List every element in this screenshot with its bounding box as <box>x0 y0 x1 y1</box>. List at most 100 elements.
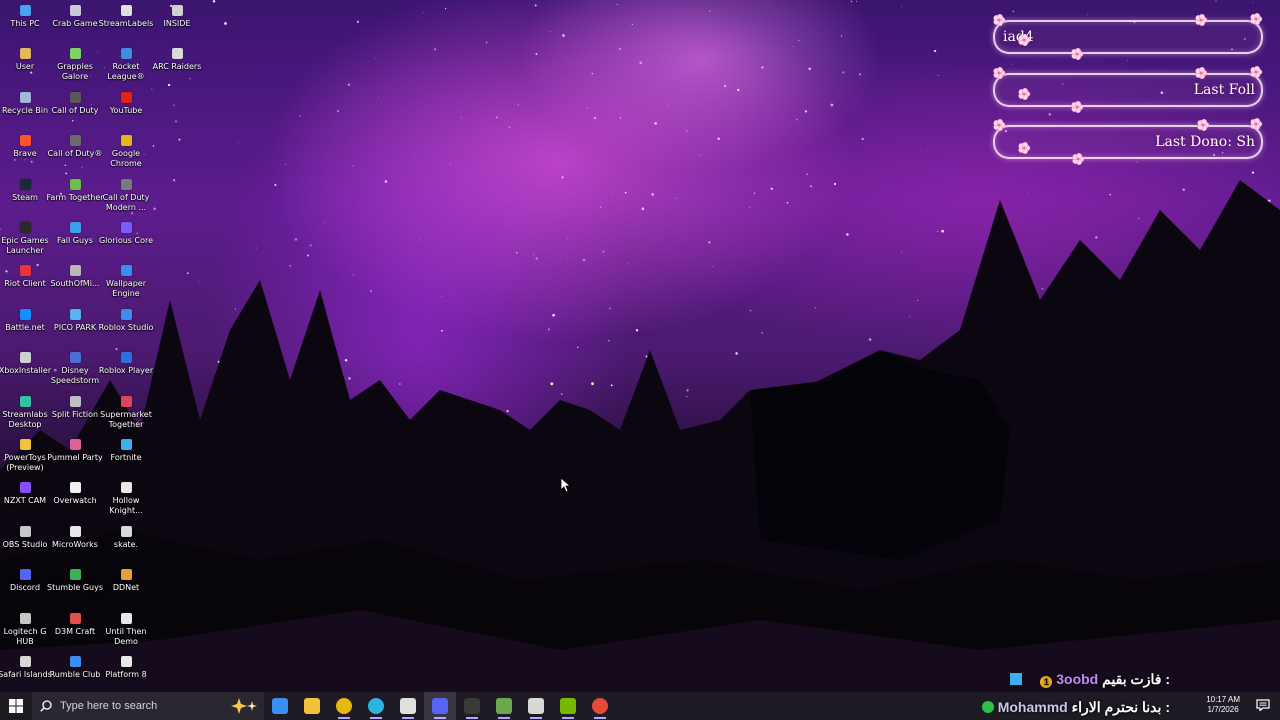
search-icon <box>40 700 52 712</box>
desktop-icon-grid: This PC Crab Game StreamLabels INSIDE User Gr… <box>0 0 202 690</box>
windows-logo-icon <box>9 699 23 713</box>
steam-icon <box>19 178 31 190</box>
desktop-icon[interactable]: Stumble Guys <box>47 567 103 609</box>
taskbar-app-button[interactable] <box>424 692 456 720</box>
desktop-icon[interactable]: User <box>0 46 50 88</box>
clock-time: 10:17 AM <box>1206 695 1240 704</box>
taskbar-search-box[interactable]: Type here to search <box>32 692 264 720</box>
settings-gear-icon <box>400 698 416 714</box>
roblox-player-icon <box>120 352 132 364</box>
desktop-icon[interactable]: MicroWorks <box>50 524 100 566</box>
desktop-icon[interactable]: Discord <box>0 567 50 609</box>
minecraft-icon <box>496 698 512 714</box>
desktop-icon-label: INSIDE <box>163 19 191 28</box>
taskbar-app-button[interactable] <box>584 692 616 720</box>
desktop-icon[interactable]: Riot Client <box>0 263 50 305</box>
mouse-cursor-icon <box>561 478 571 493</box>
desktop-icon[interactable]: skate. <box>101 524 151 566</box>
call-of-duty-icon <box>69 91 81 103</box>
safari-islands-icon <box>19 656 31 667</box>
desktop-icon-label: Wallpaper Engine <box>105 279 146 299</box>
desktop-icon[interactable]: Fall Guys <box>50 220 100 262</box>
desktop-icon[interactable]: SouthOfMi... <box>50 263 100 305</box>
overlay-panel-top-text: iad4 <box>1003 29 1034 45</box>
taskbar-app-button[interactable] <box>264 692 296 720</box>
desktop-icon[interactable]: Pummel Party <box>47 437 103 479</box>
desktop-icon[interactable]: NZXT CAM <box>0 480 50 522</box>
desktop-icon[interactable]: Split Fiction <box>50 394 100 436</box>
desktop-icon[interactable]: Rocket League® <box>101 46 151 88</box>
desktop-icon[interactable]: Google Chrome <box>101 133 151 175</box>
desktop-icon[interactable]: Recycle Bin <box>0 90 50 132</box>
desktop-icon-label: skate. <box>113 539 139 549</box>
chrome-profile-icon <box>592 698 608 714</box>
desktop-icon[interactable]: Grapples Galore <box>50 46 100 88</box>
overlay-panel-last-donation: Last Dono: Sh <box>993 125 1263 159</box>
nzxt-cam-icon <box>19 482 31 494</box>
desktop-icon-label: Call of Duty Modern ... <box>102 192 150 212</box>
desktop-icon[interactable]: Brave <box>0 133 50 175</box>
desktop-icon[interactable]: Fortnite <box>101 437 151 479</box>
desktop-icon-label: Platform 8 <box>105 670 147 679</box>
desktop-icon[interactable]: YouTube <box>101 90 151 132</box>
desktop-icon-label: Glorious Core <box>98 236 154 245</box>
desktop-icon[interactable]: Roblox Studio <box>99 307 153 349</box>
desktop-icon[interactable]: Roblox Player <box>99 350 153 392</box>
desktop-icon[interactable]: Overwatch <box>50 480 100 522</box>
pico-park-icon <box>69 308 81 320</box>
overlay-panel-top: iad4 <box>993 20 1263 54</box>
desktop-icon[interactable]: Logitech G HUB <box>0 611 50 653</box>
discord-icon <box>19 569 31 581</box>
desktop-icon[interactable]: XboxInstaller <box>0 350 51 392</box>
desktop-icon[interactable]: Platform 8 <box>101 654 151 696</box>
desktop-icon[interactable]: Steam <box>0 177 50 219</box>
system-clock[interactable]: 10:17 AM 1/7/2026 <box>1206 695 1240 715</box>
until-then-icon <box>120 612 132 624</box>
desktop-icon[interactable]: Crab Game <box>50 3 100 45</box>
taskbar-app-button[interactable] <box>296 692 328 720</box>
desktop-icon[interactable]: Glorious Core <box>99 220 153 262</box>
desktop-icon[interactable]: D3M Craft <box>50 611 100 653</box>
desktop-icon[interactable]: Safari Islands <box>0 654 52 696</box>
desktop-icon[interactable]: Call of Duty <box>50 90 100 132</box>
desktop-icon[interactable]: Call of Duty Modern ... <box>101 177 151 219</box>
taskbar-app-button[interactable] <box>552 692 584 720</box>
desktop-icon-label: Until Then Demo <box>105 626 147 646</box>
desktop-icon[interactable]: DDNet <box>101 567 151 609</box>
desktop-icon[interactable]: StreamLabels <box>99 3 153 45</box>
xbox-installer-icon <box>19 352 31 364</box>
desktop-icon[interactable]: ARC Raiders <box>152 46 202 88</box>
desktop-icon[interactable]: Epic Games Launcher <box>0 220 50 262</box>
nvidia-icon <box>560 698 576 714</box>
desktop-icon[interactable]: Wallpaper Engine <box>101 263 151 305</box>
desktop-icon[interactable]: Supermarket Together <box>100 394 152 436</box>
desktop-icon[interactable]: Hollow Knight... <box>101 480 151 522</box>
desktop-icon[interactable]: Farm Together <box>46 177 104 219</box>
desktop-icon[interactable]: INSIDE <box>152 3 202 45</box>
taskbar-app-button[interactable] <box>360 692 392 720</box>
desktop-icon[interactable]: Disney Speedstorm <box>50 350 100 392</box>
taskbar-app-button[interactable] <box>488 692 520 720</box>
desktop-icon[interactable]: OBS Studio <box>0 524 50 566</box>
overwatch-icon <box>69 482 81 494</box>
desktop-icon[interactable]: Call of Duty® <box>48 133 102 175</box>
desktop-icon[interactable]: PowerToys (Preview) <box>0 437 50 479</box>
desktop-icon[interactable]: PICO PARK <box>50 307 100 349</box>
powertoys-icon <box>19 439 31 450</box>
start-button[interactable] <box>0 692 32 720</box>
desktop-icon-label: Roblox Player <box>98 366 154 376</box>
taskbar-app-button[interactable] <box>392 692 424 720</box>
desktop-icon[interactable]: Streamlabs Desktop <box>0 394 50 436</box>
brave-icon <box>19 135 31 147</box>
desktop-icon[interactable]: Rumble Club <box>50 654 100 696</box>
desktop-icon[interactable]: Battle.net <box>0 307 50 349</box>
notification-center-icon[interactable] <box>1256 699 1270 711</box>
desktop-icon[interactable]: This PC <box>0 3 50 45</box>
grapples-galore-icon <box>69 48 81 60</box>
taskbar-app-button[interactable] <box>520 692 552 720</box>
desktop-icon[interactable]: Until Then Demo <box>101 611 151 653</box>
edge-icon <box>368 698 384 714</box>
logitech-ghub-icon <box>19 612 31 624</box>
taskbar-app-button[interactable] <box>456 692 488 720</box>
taskbar-app-button[interactable] <box>328 692 360 720</box>
